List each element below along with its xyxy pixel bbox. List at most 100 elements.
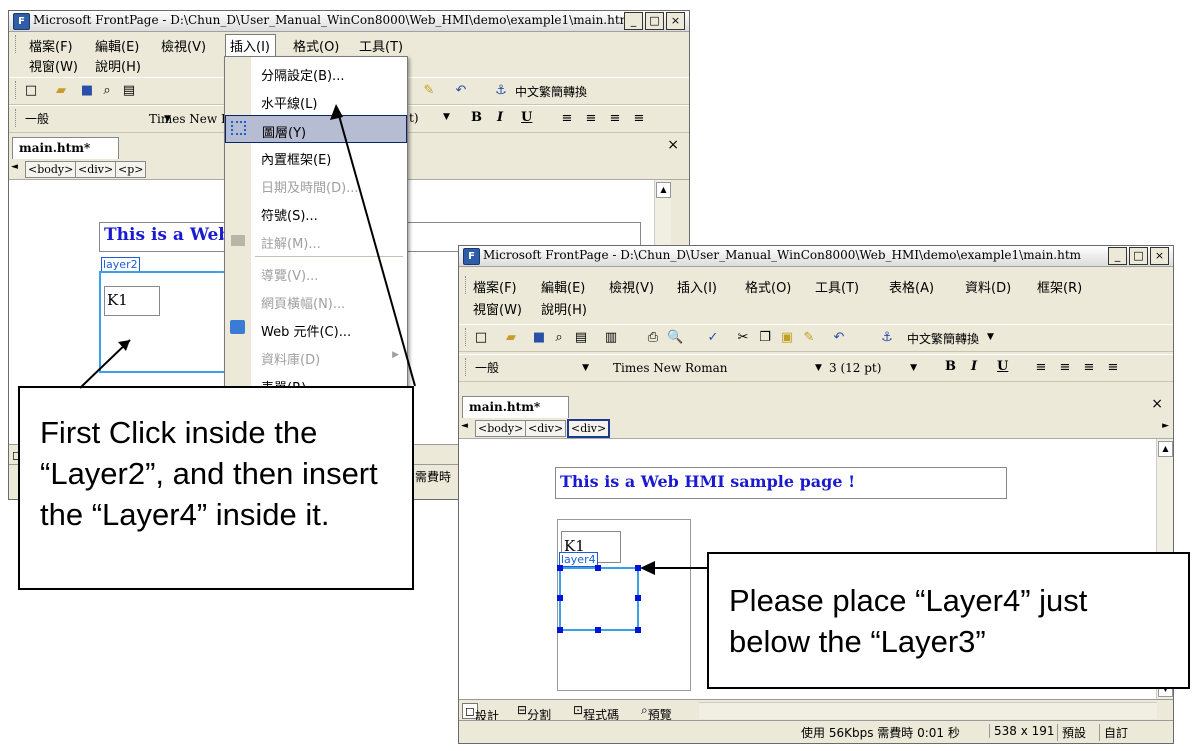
tab-design[interactable]: ◻ 設計: [462, 703, 499, 723]
tab-preview[interactable]: ⌕ 預覽: [641, 703, 672, 722]
menu-help[interactable]: 說明(H): [95, 56, 141, 75]
chinese-convert-button[interactable]: 中文繁簡轉換: [515, 83, 587, 100]
resize-handle[interactable]: [557, 565, 563, 571]
tag-body[interactable]: <body>: [25, 161, 77, 178]
menu-tools[interactable]: 工具(T): [359, 36, 403, 55]
menu-view[interactable]: 檢視(V): [609, 277, 654, 296]
underline-button[interactable]: U: [997, 359, 1008, 374]
page-heading-box[interactable]: This is a Web HMI sample page !: [555, 467, 1007, 499]
align-left-icon[interactable]: ≡: [559, 111, 575, 127]
resize-handle[interactable]: [595, 627, 601, 633]
resize-handle[interactable]: [635, 595, 641, 601]
save-icon[interactable]: ■: [531, 330, 547, 346]
menu-edit[interactable]: 編輯(E): [95, 36, 139, 55]
menu-insert[interactable]: 插入(I): [677, 277, 717, 296]
bold-button[interactable]: B: [945, 359, 956, 374]
hyperlink-icon[interactable]: ⚓: [879, 330, 895, 346]
minimize-button[interactable]: _: [624, 12, 643, 30]
tab-main-htm[interactable]: main.htm*: [462, 396, 570, 418]
spelling-icon[interactable]: ✓: [705, 330, 721, 346]
undo-icon[interactable]: ↶: [831, 330, 847, 346]
paste-icon[interactable]: ▣: [779, 330, 795, 346]
underline-button[interactable]: U: [521, 110, 532, 125]
toolbar-grip[interactable]: [465, 358, 469, 376]
menu-view[interactable]: 檢視(V): [161, 36, 206, 55]
toolbar-grip[interactable]: [15, 81, 19, 99]
minimize-button[interactable]: _: [1108, 247, 1127, 265]
chinese-convert-button[interactable]: 中文繁簡轉換: [907, 330, 979, 347]
menu-frames[interactable]: 框架(R): [1037, 277, 1082, 296]
chevron-down-icon[interactable]: ▼: [443, 112, 450, 122]
justify-icon[interactable]: ≡: [631, 111, 647, 127]
undo-icon[interactable]: ↶: [453, 83, 469, 99]
menu-table[interactable]: 表格(A): [889, 277, 934, 296]
maximize-button[interactable]: □: [645, 12, 664, 30]
font-combo[interactable]: Times New Roman: [609, 359, 809, 377]
scroll-left-icon[interactable]: ◄: [11, 162, 18, 172]
align-right-icon[interactable]: ≡: [607, 111, 623, 127]
menu-format[interactable]: 格式(O): [293, 36, 339, 55]
menu-data[interactable]: 資料(D): [965, 277, 1011, 296]
scroll-left-icon[interactable]: ◄: [461, 421, 468, 431]
publish-icon[interactable]: ▤: [121, 83, 137, 99]
open-folder-icon[interactable]: ▰: [53, 83, 69, 99]
tab-split[interactable]: ⊟ 分割: [517, 703, 551, 722]
menu-edit[interactable]: 編輯(E): [541, 277, 585, 296]
format-painter-icon[interactable]: ✎: [421, 83, 437, 99]
menu-help[interactable]: 說明(H): [541, 299, 587, 318]
tag-p[interactable]: <p>: [115, 161, 147, 178]
close-icon[interactable]: ×: [1151, 396, 1163, 412]
size-combo[interactable]: ▼ 3 (12 pt) ▼: [815, 359, 919, 377]
resize-handle[interactable]: [557, 627, 563, 633]
align-left-icon[interactable]: ≡: [1033, 360, 1049, 376]
menu-item-layer[interactable]: 圖層(Y): [225, 115, 407, 143]
menu-tools[interactable]: 工具(T): [815, 277, 859, 296]
search-icon[interactable]: ⌕: [551, 330, 567, 346]
tab-code[interactable]: ⊡ 程式碼: [573, 703, 619, 722]
resize-handle[interactable]: [635, 565, 641, 571]
scroll-up-icon[interactable]: ▲: [1158, 441, 1173, 457]
menu-item-symbol[interactable]: 符號(S)...: [225, 199, 407, 227]
print-icon[interactable]: ⎙: [645, 330, 661, 346]
tag-body[interactable]: <body>: [475, 420, 527, 437]
menu-grip[interactable]: [465, 276, 469, 294]
menu-window[interactable]: 視窗(W): [473, 299, 522, 318]
toolbar-grip[interactable]: [465, 328, 469, 346]
open-folder-icon[interactable]: ▰: [503, 330, 519, 346]
close-button[interactable]: ×: [1150, 247, 1169, 265]
cut-icon[interactable]: ✂: [735, 330, 751, 346]
menu-file[interactable]: 檔案(F): [473, 277, 517, 296]
new-page-icon[interactable]: □: [473, 330, 489, 346]
tag-div[interactable]: <div>: [75, 161, 117, 178]
format-painter-icon[interactable]: ✎: [801, 330, 817, 346]
horizontal-scrollbar[interactable]: [699, 702, 1157, 719]
layer4-box[interactable]: [557, 565, 641, 633]
hyperlink-icon[interactable]: ⚓: [493, 83, 509, 99]
copy-icon[interactable]: ❐: [757, 330, 773, 346]
save-icon[interactable]: ■: [79, 83, 95, 99]
search-icon[interactable]: ⌕: [99, 83, 115, 99]
italic-button[interactable]: I: [971, 359, 977, 374]
web-component-icon[interactable]: ▥: [603, 330, 619, 346]
new-page-icon[interactable]: □: [23, 83, 39, 99]
menu-item-horizontal-line[interactable]: 水平線(L): [225, 87, 407, 115]
scroll-right-icon[interactable]: ►: [1162, 421, 1169, 431]
title-bar[interactable]: F Microsoft FrontPage - D:\Chun_D\User_M…: [9, 11, 689, 32]
menu-window[interactable]: 視窗(W): [29, 56, 78, 75]
title-bar[interactable]: F Microsoft FrontPage - D:\Chun_D\User_M…: [459, 246, 1173, 267]
close-button[interactable]: ×: [666, 12, 685, 30]
chevron-down-icon[interactable]: ▼: [987, 332, 994, 342]
resize-handle[interactable]: [595, 565, 601, 571]
menu-item-inline-frame[interactable]: 內置框架(E): [225, 143, 407, 171]
tab-main-htm[interactable]: main.htm*: [12, 137, 120, 159]
italic-button[interactable]: I: [497, 110, 503, 125]
font-combo[interactable]: Times New Ro: [145, 110, 225, 128]
resize-handle[interactable]: [557, 595, 563, 601]
align-center-icon[interactable]: ≡: [583, 111, 599, 127]
menu-item-web-component[interactable]: Web 元件(C)...: [225, 315, 407, 343]
scroll-up-icon[interactable]: ▲: [656, 182, 671, 198]
maximize-button[interactable]: □: [1129, 247, 1148, 265]
menu-file[interactable]: 檔案(F): [29, 36, 73, 55]
menu-grip[interactable]: [15, 35, 19, 53]
publish-icon[interactable]: ▤: [573, 330, 589, 346]
